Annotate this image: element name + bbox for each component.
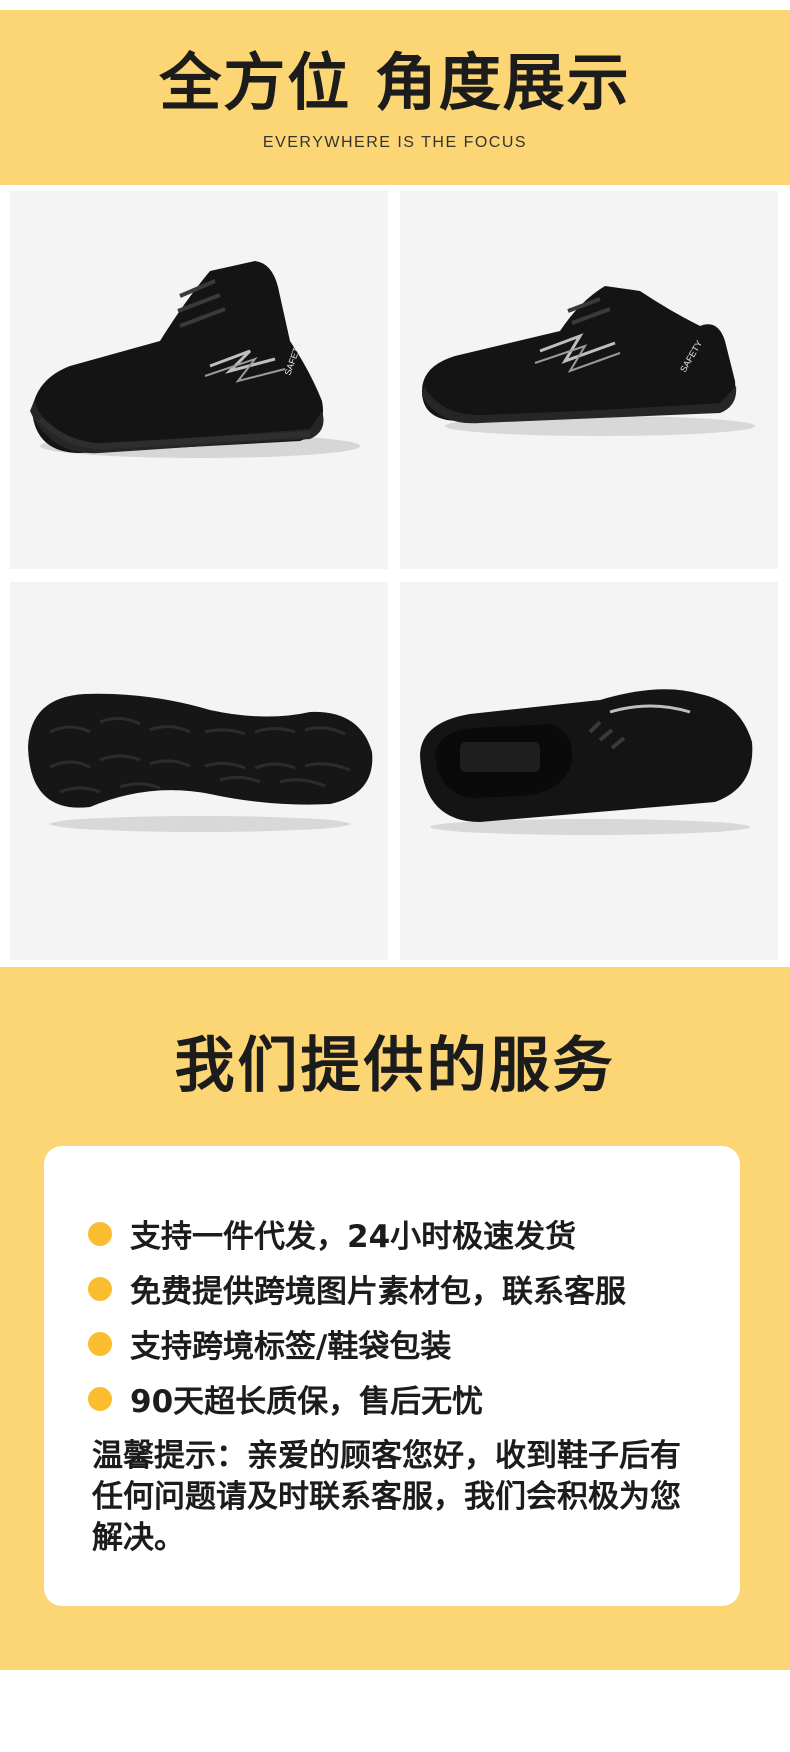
services-list: 支持一件代发，24小时极速发货 免费提供跨境图片素材包，联系客服 支持跨境标签/…: [88, 1206, 626, 1426]
service-item: 90天超长质保，售后无忧: [88, 1371, 626, 1426]
service-item: 支持跨境标签/鞋袋包装: [88, 1316, 626, 1371]
bullet-dot-icon: [88, 1221, 112, 1246]
services-card: 支持一件代发，24小时极速发货 免费提供跨境图片素材包，联系客服 支持跨境标签/…: [44, 1146, 740, 1606]
shoe-side-view-left-image: SAFETY: [10, 191, 388, 569]
bullet-dot-icon: [88, 1276, 112, 1301]
service-item-text: 免费提供跨境图片素材包，联系客服: [130, 1274, 626, 1310]
services-title: 我们提供的服务: [174, 1031, 616, 1101]
service-item-text: 支持跨境标签/鞋袋包装: [130, 1329, 452, 1365]
bullet-dot-icon: [88, 1331, 112, 1356]
service-item: 免费提供跨境图片素材包，联系客服: [88, 1261, 626, 1316]
shoe-sole-view-image: [10, 582, 388, 960]
shoe-top-view-image: [400, 582, 778, 960]
service-item-text: 支持一件代发，24小时极速发货: [130, 1219, 577, 1255]
page-subtitle: EVERYWHERE IS THE FOCUS: [262, 134, 528, 151]
service-item: 支持一件代发，24小时极速发货: [88, 1206, 626, 1261]
page-title: 全方位 角度展示: [159, 46, 631, 119]
shoe-side-view-right-image: SAFETY: [400, 191, 778, 569]
service-item-text: 90天超长质保，售后无忧: [130, 1384, 484, 1420]
product-gallery: SAFETY SAFETY: [0, 185, 790, 967]
warm-tip-text: 温馨提示：亲爱的顾客您好，收到鞋子后有任何问题请及时联系客服，我们会积极为您解决…: [92, 1438, 681, 1556]
bullet-dot-icon: [88, 1386, 112, 1411]
